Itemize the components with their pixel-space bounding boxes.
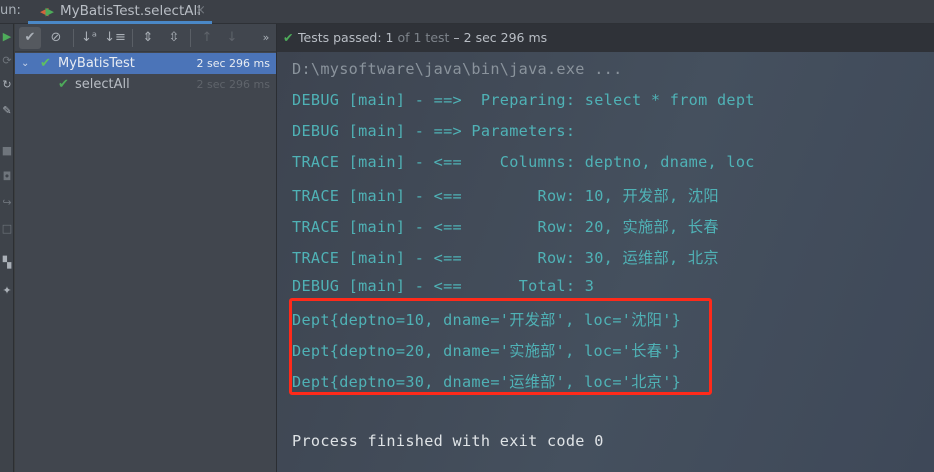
settings-wrench-icon[interactable]: ✎ [0,104,14,117]
collapse-all-button[interactable]: ⇳ [163,27,185,49]
more-actions-button[interactable]: » [255,27,277,49]
console-line: D:\mysoftware\java\bin\java.exe ... [292,60,623,78]
next-failed-button[interactable]: ↓ [221,27,243,49]
run-side-toolbar: ▶ ⟳ ↻ ✎ ■ ◘ ↪ □ ▚ ✦ [0,24,14,472]
passed-check-icon: ✔ [58,77,69,92]
collapse-all-icon: ⇳ [168,30,180,45]
camera-icon[interactable]: ◘ [0,170,14,183]
status-duration: – 2 sec 296 ms [453,30,548,45]
restore-layout-icon[interactable]: □ [0,222,14,235]
status-total: of 1 test [397,30,450,45]
console-line: TRACE [main] - <== Columns: deptno, dnam… [292,153,755,171]
passed-check-icon: ✔ [283,30,294,45]
console-line: DEBUG [main] - ==> Preparing: select * f… [292,91,755,109]
console-output[interactable]: D:\mysoftware\java\bin\java.exe ... DEBU… [277,52,934,472]
run-tool-window-header: un: ◀▶ MyBatisTest.selectAll × [0,0,934,24]
passed-check-icon: ✔ [40,56,51,71]
sort-duration-icon: ↓≡ [104,30,126,45]
stop-icon[interactable]: ■ [0,144,14,157]
expand-all-button[interactable]: ⇕ [137,27,159,49]
console-line: TRACE [main] - <== Row: 20, 实施部, 长春 [292,218,719,236]
check-icon: ✔ [24,30,36,45]
run-label: un: [0,3,21,18]
test-toolbar: ✔ ⊘ ↓ᵃ ↓≡ ⇕ ⇳ ↑ ↓ » [15,24,276,52]
run-config-icon: ◀▶ [40,5,54,18]
tree-item-label: MyBatisTest [58,56,135,71]
show-ignored-button[interactable]: ⊘ [45,27,67,49]
tab-mybatistest-selectall[interactable]: ◀▶ MyBatisTest.selectAll × [28,0,212,24]
pin-icon[interactable]: ✦ [0,284,14,297]
previous-failed-button[interactable]: ↑ [196,27,218,49]
chevron-down-icon[interactable]: ⌄ [21,53,29,74]
arrow-down-icon: ↓ [226,30,238,45]
tree-item-time: 2 sec 296 ms [196,57,270,70]
sort-by-duration-button[interactable]: ↓≡ [104,27,126,49]
tree-item-selectall[interactable]: ✔ selectAll 2 sec 296 ms [15,74,276,95]
expand-all-icon: ⇕ [142,30,154,45]
console-line: TRACE [main] - <== Row: 10, 开发部, 沈阳 [292,187,719,205]
sort-alpha-icon: ↓ᵃ [81,30,97,45]
console-line-exit: Process finished with exit code 0 [292,432,604,450]
tree-item-label: selectAll [75,77,130,92]
console-line: TRACE [main] - <== Row: 30, 运维部, 北京 [292,249,719,267]
ignore-icon: ⊘ [50,30,62,45]
tree-item-mybatistest[interactable]: ⌄ ✔ MyBatisTest 2 sec 296 ms [15,53,276,74]
console-line: DEBUG [main] - <== Total: 3 [292,277,595,295]
test-status-bar: ✔ Tests passed: 1 of 1 test – 2 sec 296 … [277,24,934,52]
status-label: Tests passed: [298,30,382,45]
toggle-auto-test-icon[interactable]: ↻ [0,78,14,91]
console-line: DEBUG [main] - ==> Parameters: [292,122,585,140]
sort-alphabetically-button[interactable]: ↓ᵃ [78,27,100,49]
tab-title: MyBatisTest.selectAll [60,3,201,19]
show-passed-button[interactable]: ✔ [19,27,41,49]
status-passed-count: 1 [385,30,394,45]
exit-icon[interactable]: ↪ [0,196,14,209]
highlight-box [289,298,712,395]
tree-item-time: 2 sec 296 ms [196,78,270,91]
layout-icon[interactable]: ▚ [0,256,14,269]
rerun-icon[interactable]: ▶ [0,30,14,43]
close-tab-icon[interactable]: × [195,3,206,18]
test-tree-panel: ✔ ⊘ ↓ᵃ ↓≡ ⇕ ⇳ ↑ ↓ » ⌄ ✔ MyBatisTest 2 se… [15,24,276,472]
arrow-up-icon: ↑ [201,30,213,45]
rerun-failed-icon[interactable]: ⟳ [0,54,14,67]
